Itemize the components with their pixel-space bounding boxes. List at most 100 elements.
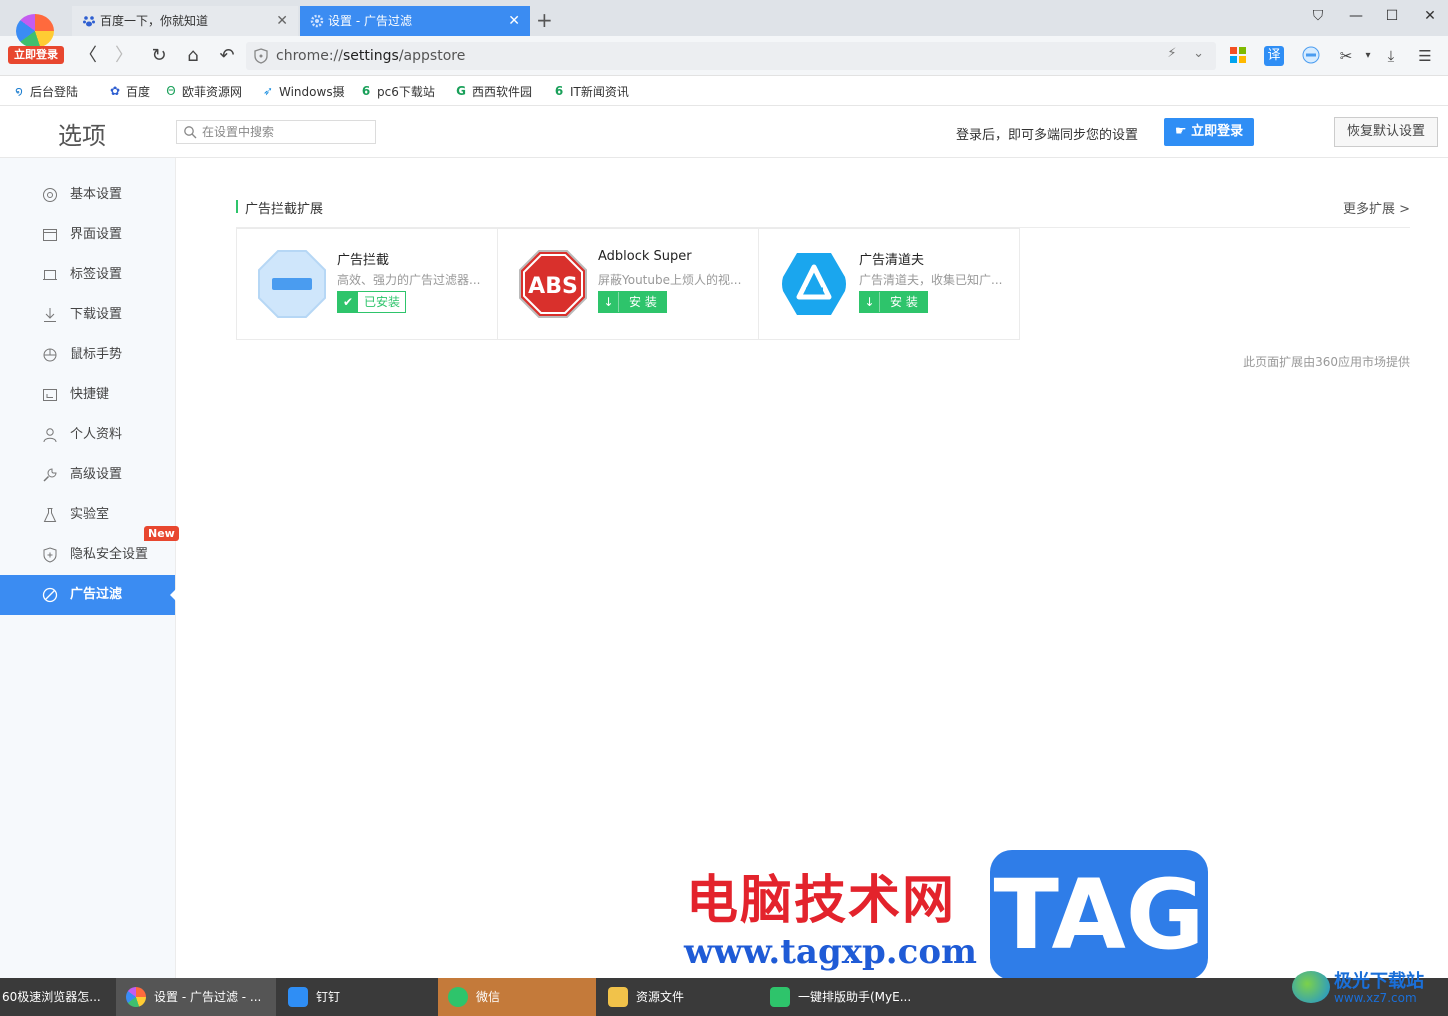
taskbar-item-wechat[interactable]: 微信 [438, 978, 596, 1016]
forward-icon[interactable]: 〉 [112, 44, 136, 68]
adblock-toolbar-icon[interactable] [1301, 46, 1321, 66]
back-icon[interactable]: 〈 [76, 44, 100, 68]
extension-name: 广告拦截 [337, 253, 390, 268]
settings-sidebar: 基本设置 界面设置 标签设置 下载设置 鼠标手势 快捷键 个人资料 高级设置 实… [0, 158, 176, 978]
menu-icon[interactable]: ☰ [1415, 46, 1435, 66]
undo-icon[interactable]: ↶ [215, 44, 239, 68]
shirt-skin-icon[interactable]: ⛉ [1308, 8, 1328, 24]
extension-card[interactable]: 广告拦截 高效、强力的广告过滤器... ✔ 已安装 [236, 228, 498, 340]
close-icon[interactable]: ✕ [276, 6, 288, 36]
sidebar-item-adfilter[interactable]: 广告过滤 [0, 575, 176, 615]
pc6-icon: 6 [361, 84, 371, 98]
taskbar-item-browser[interactable]: 设置 - 广告过滤 - ... [116, 978, 276, 1016]
reload-icon[interactable]: ↻ [147, 44, 171, 68]
extension-card[interactable]: 广告清道夫 广告清道夫，收集已知广... ↓ 安 装 [758, 228, 1020, 340]
extension-card[interactable]: ABS Adblock Super 屏蔽Youtube上烦人的视... ↓ 安 … [497, 228, 759, 340]
browser-logo[interactable]: 立即登录 [8, 10, 64, 64]
taskbar-item-folder[interactable]: 资源文件 [598, 978, 756, 1016]
translate-icon[interactable]: 译 [1264, 46, 1284, 66]
bookmark-item[interactable]: G 西西软件园 [454, 83, 532, 100]
extension-name: Adblock Super [598, 249, 692, 264]
sidebar-item-profile[interactable]: 个人资料 [0, 415, 175, 455]
address-url: chrome://settings/appstore [276, 48, 466, 64]
sidebar-item-privacy[interactable]: 隐私安全设置 [0, 535, 175, 575]
new-tab-button[interactable]: + [536, 8, 553, 32]
reset-defaults-button[interactable]: 恢复默认设置 [1334, 117, 1438, 147]
sidebar-item-advanced[interactable]: 高级设置 [0, 455, 175, 495]
address-bar[interactable]: chrome://settings/appstore ⚡ ⌄ [246, 42, 1216, 70]
gear-icon [310, 14, 324, 28]
pc6-icon: 6 [554, 84, 564, 98]
abs-logo-text: ABS [528, 274, 578, 299]
taskbar: 60极速浏览器怎... 设置 - 广告过滤 - ... 钉钉 微信 资源文件 一… [0, 978, 1448, 1016]
scissors-icon[interactable]: ✂ [1336, 46, 1356, 66]
download-icon [44, 308, 56, 322]
title-bar: 百度一下，你就知道 ✕ 设置 - 广告过滤 ✕ + ⛉ — ☐ ✕ [0, 0, 1448, 36]
tab-label: 百度一下，你就知道 [100, 14, 209, 28]
taskbar-item-dingtalk[interactable]: 钉钉 [278, 978, 436, 1016]
mouse-icon [43, 348, 57, 362]
check-icon: ✔ [338, 292, 358, 312]
settings-search-input[interactable]: 在设置中搜索 [176, 120, 376, 144]
taskbar-item[interactable]: 60极速浏览器怎... [0, 978, 116, 1016]
taskbar-item-typesetting[interactable]: 一键排版助手(MyE... [760, 978, 918, 1016]
xz-url: www.xz7.com [1334, 991, 1417, 1005]
extension-desc: 屏蔽Youtube上烦人的视... [598, 273, 742, 287]
person-icon [43, 428, 57, 443]
settings-header: 选项 在设置中搜索 登录后，即可多端同步您的设置 ☛ 立即登录 恢复默认设置 [0, 106, 1448, 158]
page-title: 选项 [58, 122, 106, 150]
bookmark-item[interactable]: ໑后台登陆 [12, 83, 78, 100]
install-button[interactable]: ↓ 安 装 [859, 291, 928, 313]
sidebar-item-shortcuts[interactable]: 快捷键 [0, 375, 175, 415]
settings-circle-icon [43, 188, 57, 202]
chevron-down-icon[interactable]: ▾ [1358, 46, 1378, 66]
sidebar-item-download[interactable]: 下载设置 [0, 295, 175, 335]
section-title: 广告拦截扩展 [245, 202, 324, 217]
close-window-icon[interactable]: ✕ [1420, 8, 1440, 24]
typesetting-app-icon [770, 987, 790, 1007]
keyboard-icon [43, 389, 57, 401]
bookmark-item[interactable]: 6 pc6下载站 [359, 83, 435, 100]
installed-button[interactable]: ✔ 已安装 [337, 291, 406, 313]
bookmark-item[interactable]: 6 IT新闻资讯 [552, 83, 629, 100]
shield-plus-icon [43, 547, 57, 563]
folder-icon [608, 987, 628, 1007]
sidebar-item-interface[interactable]: 界面设置 [0, 215, 175, 255]
bookmark-item[interactable]: ✿ 百度 [108, 83, 150, 100]
shield-icon [254, 48, 268, 64]
wechat-icon [448, 987, 468, 1007]
login-button[interactable]: ☛ 立即登录 [1164, 118, 1254, 146]
extension-desc: 广告清道夫，收集已知广... [859, 273, 1003, 287]
bird-icon: ➶ [262, 84, 274, 98]
tab-settings[interactable]: 设置 - 广告过滤 ✕ [300, 6, 530, 36]
bookmark-item[interactable]: ➶ Windows摄 [261, 83, 345, 100]
ofi-icon: Θ [166, 84, 176, 98]
baidu-paw-icon: ✿ [109, 84, 121, 98]
close-icon[interactable]: ✕ [508, 6, 520, 36]
download-arrow-icon: ↓ [860, 292, 880, 312]
tab-baidu[interactable]: 百度一下，你就知道 ✕ [72, 6, 298, 36]
tab-icon [43, 270, 57, 280]
xz-title: 极光下载站 [1334, 971, 1424, 992]
download-icon[interactable]: ⤓ [1381, 46, 1401, 66]
xz-logo-icon [1292, 971, 1330, 1003]
chevron-down-icon[interactable]: ⌄ [1193, 46, 1204, 61]
apps-grid-icon[interactable] [1228, 46, 1248, 66]
login-badge[interactable]: 立即登录 [8, 46, 64, 64]
more-extensions-link[interactable]: 更多扩展 > [1343, 198, 1410, 217]
browser-logo-icon [126, 987, 146, 1007]
install-button[interactable]: ↓ 安 装 [598, 291, 667, 313]
home-icon[interactable]: ⌂ [181, 44, 205, 68]
sidebar-item-basic[interactable]: 基本设置 [0, 175, 175, 215]
sidebar-item-tabs[interactable]: 标签设置 [0, 255, 175, 295]
bookmark-item[interactable]: Θ 欧菲资源网 [164, 83, 242, 100]
swirl-icon: ໑ [15, 84, 23, 98]
flask-icon [43, 508, 57, 522]
maximize-icon[interactable]: ☐ [1382, 8, 1402, 24]
search-placeholder: 在设置中搜索 [202, 125, 275, 139]
minimize-icon[interactable]: — [1346, 8, 1366, 24]
sidebar-item-mouse-gesture[interactable]: 鼠标手势 [0, 335, 175, 375]
watermark-url: www.tagxp.com [684, 932, 977, 972]
lightning-icon[interactable]: ⚡ [1167, 46, 1176, 61]
tab-label: 设置 - 广告过滤 [328, 14, 412, 28]
